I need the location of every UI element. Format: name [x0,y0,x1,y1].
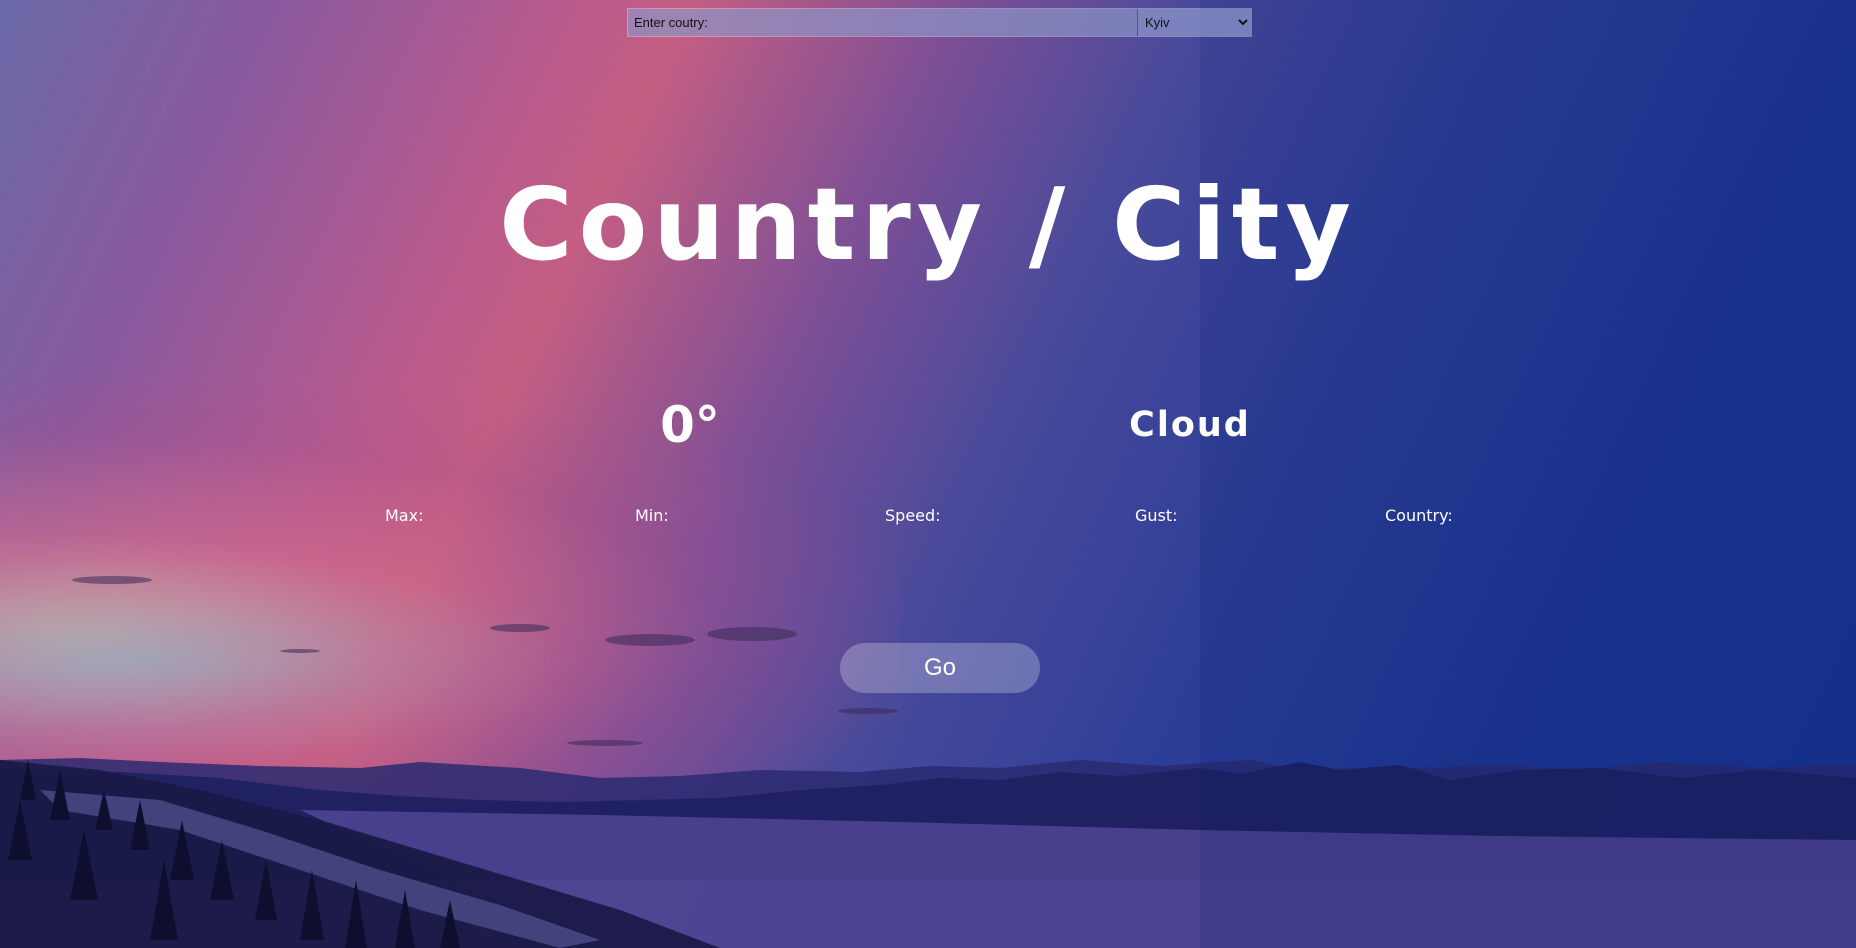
mountain-landscape-background [0,0,1856,948]
go-button[interactable]: Go [840,643,1040,693]
far-mountains [0,758,1856,948]
misty-valley [300,810,1856,948]
city-select[interactable]: Kyiv [1138,9,1251,36]
country-label: Country: [1385,506,1453,525]
horizon-glow [0,560,550,760]
country-search-input[interactable] [628,9,1138,36]
page-title: Country / City [499,166,1357,283]
weather-app: Kyiv Country / City 0° Cloud Max: Min: S… [0,0,1856,948]
search-bar: Kyiv [627,8,1252,37]
wind-gust-label: Gust: [1135,506,1178,525]
weather-condition: Cloud [1129,405,1251,445]
mountain-ridge [0,762,1856,880]
foreground-hill [0,760,720,948]
min-temp-label: Min: [635,506,669,525]
wind-speed-label: Speed: [885,506,941,525]
max-temp-label: Max: [385,506,424,525]
temperature-value: 0° [660,396,720,454]
